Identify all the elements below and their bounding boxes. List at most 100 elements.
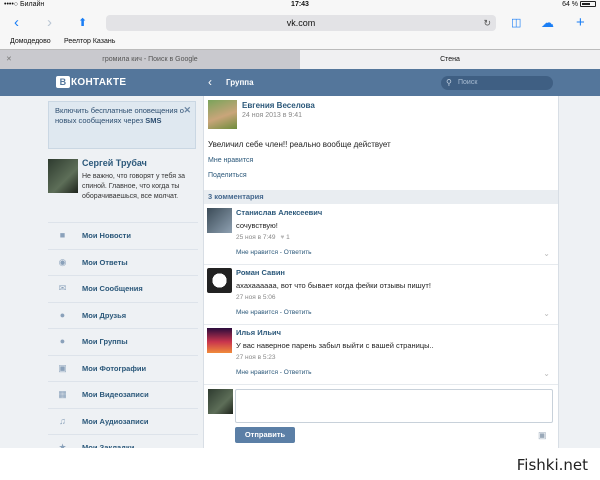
comment-date: 25 ноя в 7:49 ♥ 1 — [236, 234, 290, 241]
bookmarks-bar: Домодедово Реелтор Казань — [0, 35, 600, 49]
sidebar-item-news[interactable]: ■ Мои Новости — [48, 222, 198, 249]
post-author[interactable]: Евгения Веселова — [242, 101, 315, 110]
comment-text: ахахаааааа, вот что бывает когда фейки о… — [236, 281, 431, 290]
avatar[interactable] — [208, 100, 237, 129]
sidebar-item-friends[interactable]: ● Мои Друзья — [48, 301, 198, 329]
camera-icon[interactable]: ▣ — [538, 430, 547, 441]
browser-toolbar: ‹ › ⬆ vk.com ↻ ◫ ☁ + — [0, 11, 600, 35]
post-date: 24 ноя 2013 в 9:41 — [242, 112, 303, 119]
like-link[interactable]: Мне нравится — [208, 157, 253, 164]
page-title: Группа — [226, 78, 254, 87]
film-icon: ▦ — [58, 389, 67, 399]
comment-text: сочувствую! — [236, 221, 278, 230]
vk-header: В КОНТАКТЕ ‹ Группа ⚲ Поиск — [0, 69, 600, 96]
like-count: 1 — [286, 234, 290, 241]
comment-item: Илья Ильич У вас наверное парень забыл в… — [204, 325, 558, 385]
chevron-down-icon[interactable]: ⌄ — [543, 309, 550, 318]
sidebar-item-label: Мои Видеозаписи — [82, 390, 149, 399]
vk-logo-text: КОНТАКТЕ — [71, 77, 127, 88]
comment-input[interactable] — [235, 389, 553, 423]
comment-author[interactable]: Илья Ильич — [236, 328, 281, 337]
comment-date-text: 25 ноя в 7:49 — [236, 234, 276, 241]
comment-author[interactable]: Роман Савин — [236, 268, 285, 277]
messages-icon: ✉ — [58, 283, 67, 293]
bookmarks-icon[interactable]: ◫ — [511, 14, 521, 32]
share-link[interactable]: Поделиться — [208, 172, 247, 179]
avatar[interactable] — [207, 328, 232, 353]
address-bar[interactable]: vk.com ↻ — [106, 15, 496, 31]
tab-wall[interactable]: Стена — [300, 50, 600, 69]
friends-icon: ● — [59, 309, 66, 320]
send-button[interactable]: Отправить — [235, 427, 295, 443]
sidebar-item-label: Мои Сообщения — [82, 284, 143, 293]
search-input[interactable]: ⚲ Поиск — [441, 76, 553, 90]
footer-strip: Fishki.net — [0, 448, 600, 480]
camera-icon: ▣ — [58, 362, 67, 373]
sidebar-item-label: Мои Ответы — [82, 257, 128, 267]
comment-actions[interactable]: Мне нравится - Ответить — [236, 369, 312, 376]
comment-date: 27 ноя в 5:06 — [236, 294, 276, 301]
bookmark-item[interactable]: Реелтор Казань — [64, 38, 115, 45]
comment-actions[interactable]: Мне нравится - Ответить — [236, 249, 312, 256]
tab-google[interactable]: ✕ громила кич - Поиск в Google — [0, 50, 300, 69]
tab-label: Стена — [440, 56, 460, 63]
sidebar-item-photos[interactable]: ▣ Мои Фотографии — [48, 354, 198, 382]
back-arrow-icon[interactable]: ‹ — [208, 75, 212, 89]
tab-label: громила кич - Поиск в Google — [102, 56, 198, 63]
sidebar-item-label: Мои Группы — [82, 337, 128, 346]
sidebar-item-label: Мои Фотографии — [82, 363, 147, 373]
battery-icon — [580, 1, 596, 8]
replies-icon: ◉ — [58, 256, 67, 267]
user-status: Не важно, что говорят у тебя за спиной. … — [82, 173, 186, 200]
music-icon: ♫ — [59, 415, 66, 426]
clock: 17:43 — [291, 1, 309, 8]
notice-sms-link[interactable]: SMS — [145, 116, 161, 125]
vk-logo[interactable]: В КОНТАКТЕ — [56, 76, 126, 88]
share-icon[interactable]: ⬆ — [78, 14, 87, 32]
comment-item: Станислав Алексеевич сочувствую! 25 ноя … — [204, 205, 558, 265]
search-icon: ⚲ — [446, 78, 452, 87]
user-name[interactable]: Сергей Трубач — [82, 158, 147, 168]
heart-icon[interactable]: ♥ — [280, 234, 284, 241]
sidebar-item-groups[interactable]: ● Мои Группы — [48, 328, 198, 355]
sidebar-menu: ■ Мои Новости ◉ Мои Ответы ✉ Мои Сообщения … — [48, 222, 198, 461]
watermark: Fishki.net — [516, 456, 588, 474]
comment-actions[interactable]: Мне нравится - Ответить — [236, 309, 312, 316]
comment-date: 27 ноя в 5:23 — [236, 354, 276, 361]
cloud-tabs-icon[interactable]: ☁ — [541, 14, 554, 32]
tab-bar: ✕ громила кич - Поиск в Google Стена — [0, 49, 600, 69]
comment-item: Роман Савин ахахаааааа, вот что бывает к… — [204, 265, 558, 325]
forward-icon[interactable]: › — [47, 14, 52, 32]
search-placeholder: Поиск — [458, 79, 478, 86]
avatar — [208, 389, 233, 414]
avatar[interactable] — [48, 159, 78, 193]
chevron-down-icon[interactable]: ⌄ — [543, 249, 550, 258]
sms-notice[interactable]: ✕ Включить бесплатные оповещения о новых… — [48, 101, 196, 149]
sidebar-item-label: Мои Друзья — [82, 310, 127, 320]
avatar[interactable] — [207, 208, 232, 233]
back-icon[interactable]: ‹ — [14, 14, 19, 32]
sidebar-item-audio[interactable]: ♫ Мои Аудиозаписи — [48, 407, 198, 435]
comments-header: 3 комментария — [204, 190, 558, 204]
sidebar-item-replies[interactable]: ◉ Мои Ответы — [48, 248, 198, 276]
chevron-down-icon[interactable]: ⌄ — [543, 369, 550, 378]
notice-text: Включить бесплатные оповещения о новых с… — [55, 106, 184, 125]
close-icon[interactable]: ✕ — [6, 50, 12, 69]
news-icon: ■ — [59, 230, 66, 240]
battery-indicator: 64 % — [562, 1, 596, 8]
groups-icon: ● — [59, 336, 66, 346]
sidebar-item-videos[interactable]: ▦ Мои Видеозаписи — [48, 381, 198, 408]
bookmark-item[interactable]: Домодедово — [10, 38, 51, 45]
close-icon[interactable]: ✕ — [183, 105, 191, 115]
reload-icon[interactable]: ↻ — [483, 15, 491, 31]
comment-author[interactable]: Станислав Алексеевич — [236, 208, 322, 217]
post-text: Увеличил себе член!! реально вообще дейс… — [208, 140, 391, 149]
vk-logo-box: В — [56, 76, 70, 88]
sidebar-item-label: Мои Новости — [82, 231, 131, 240]
battery-percent: 64 % — [562, 1, 579, 8]
avatar[interactable] — [207, 268, 232, 293]
url-text: vk.com — [286, 18, 316, 28]
sidebar-item-label: Мои Аудиозаписи — [82, 416, 149, 426]
new-tab-icon[interactable]: + — [576, 14, 585, 32]
sidebar-item-messages[interactable]: ✉ Мои Сообщения — [48, 275, 198, 302]
